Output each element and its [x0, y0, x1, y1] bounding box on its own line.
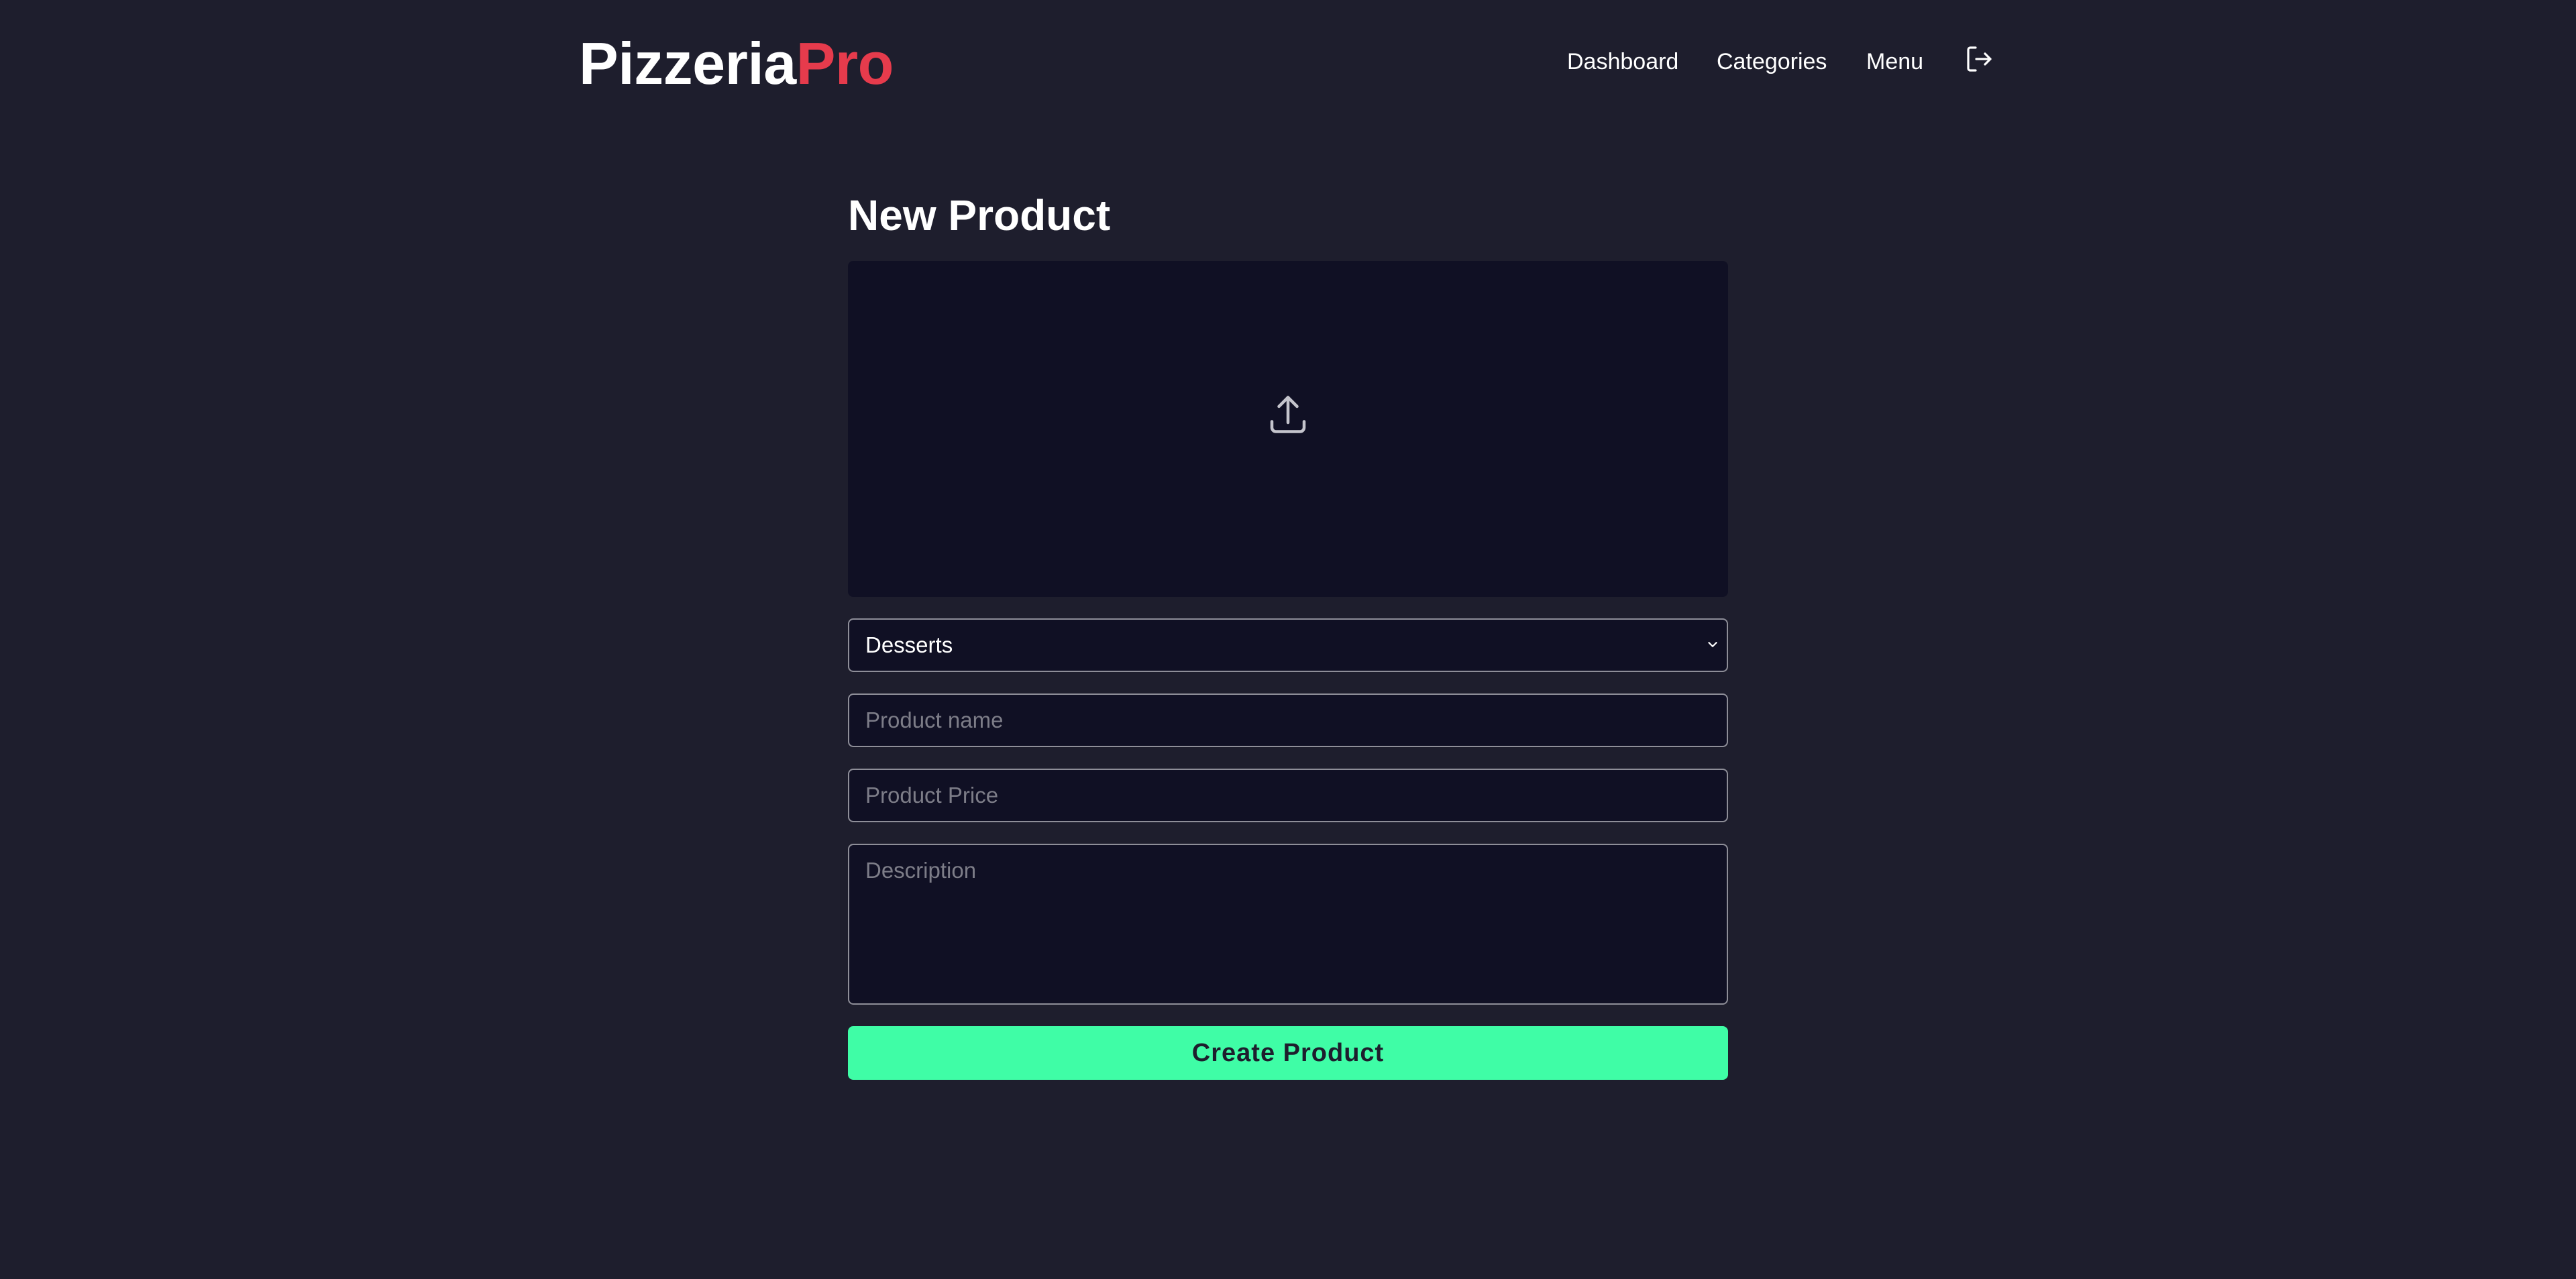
logout-icon — [1967, 46, 1992, 72]
image-upload-dropzone[interactable] — [848, 261, 1728, 597]
nav-menu[interactable]: Menu — [1866, 42, 1923, 82]
logo-accent: Pro — [796, 30, 894, 97]
brand-logo[interactable]: PizzeriaPro — [579, 27, 894, 101]
upload-icon — [1270, 396, 1306, 433]
chevron-down-icon — [1708, 642, 1717, 647]
nav-categories[interactable]: Categories — [1717, 42, 1827, 82]
category-select-value: Desserts — [865, 632, 953, 657]
create-product-button[interactable]: Create Product — [848, 1026, 1728, 1080]
description-textarea[interactable] — [848, 844, 1728, 1005]
category-select[interactable]: Desserts — [848, 618, 1728, 672]
logout-button[interactable] — [1963, 43, 1995, 75]
product-price-input[interactable] — [848, 769, 1728, 822]
nav-dashboard[interactable]: Dashboard — [1567, 42, 1678, 82]
product-name-input[interactable] — [848, 693, 1728, 747]
site-header: PizzeriaPro Dashboard Categories Menu — [0, 0, 2576, 127]
page-title: New Product — [848, 191, 1111, 239]
logo-main: Pizzeria — [579, 30, 796, 97]
